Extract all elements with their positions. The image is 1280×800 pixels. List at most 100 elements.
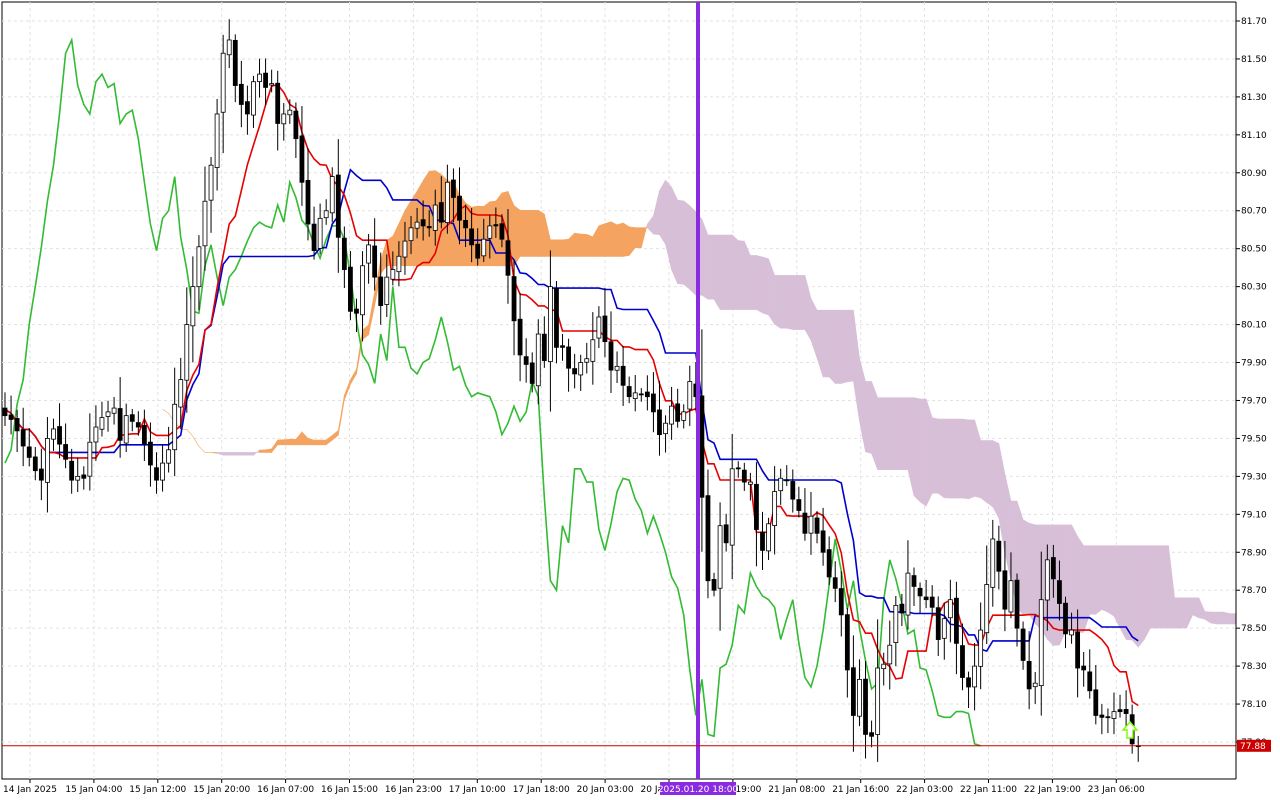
candle-bear [8, 414, 14, 420]
candle-bear [802, 512, 808, 534]
candle-bull [669, 405, 674, 425]
candle-bear [935, 607, 941, 640]
candle-bear [529, 362, 535, 384]
candle-bear [754, 483, 759, 530]
candle-bear [705, 495, 711, 582]
candle-bull [578, 362, 584, 376]
kumo-segment [847, 309, 854, 383]
candle-bear [863, 678, 868, 735]
candle-bear [560, 345, 565, 348]
candle-bull [317, 217, 323, 249]
candle-bear [305, 180, 311, 225]
kumo-segment [247, 452, 254, 456]
chart-canvas[interactable]: 81.70 81.50 81.30 81.10 80.90 80.70 80.50 80.30… [0, 0, 1280, 800]
candle-bear [499, 223, 505, 240]
kumo-segment [786, 275, 794, 330]
kumo-segment [931, 417, 939, 494]
candle-bear [960, 645, 965, 678]
time-tick-label: 21 Jan 16:00 [832, 785, 889, 795]
price-tick-label: 78.50 [1241, 624, 1267, 634]
candle-bear [996, 540, 1002, 572]
candle-bear [699, 395, 705, 498]
candle-bull [75, 475, 81, 481]
kumo-segment [598, 223, 606, 257]
candle-bear [117, 408, 123, 441]
kumo-segment [943, 418, 951, 499]
candle-bull [196, 246, 202, 288]
kumo-segment [610, 221, 618, 257]
candle-bull [984, 584, 990, 634]
kumo-segment [1216, 611, 1224, 625]
candle-bull [596, 316, 602, 339]
time-tick-label: 16 Jan 15:00 [321, 785, 378, 795]
kumo-segment [925, 398, 933, 507]
kumo-segment [277, 439, 285, 446]
candle-bear [1117, 709, 1123, 713]
price-tick-label: 80.90 [1241, 169, 1267, 179]
candle-bull [1032, 682, 1038, 688]
price-tick-label: 79.10 [1241, 510, 1267, 520]
kumo-segment [774, 275, 781, 329]
candle-bear [475, 243, 481, 259]
candle-bear [505, 240, 511, 276]
candle-bull [947, 599, 953, 619]
kumo-segment [228, 452, 236, 456]
price-tick-label: 79.70 [1241, 396, 1267, 406]
candle-bull [729, 468, 735, 546]
candle-bear [572, 368, 578, 375]
candle-bear [566, 346, 571, 369]
candle-bear [335, 174, 341, 238]
kumo-segment [677, 199, 685, 285]
candle-bear [463, 220, 468, 229]
kumo-segment [895, 397, 903, 470]
candle-bear [232, 39, 238, 86]
candle-bear [457, 195, 462, 221]
candle-bull [251, 81, 256, 116]
kumo-segment [634, 227, 642, 248]
price-tick-label: 81.10 [1241, 131, 1267, 141]
candle-bear [923, 596, 929, 601]
candle-bull [875, 667, 881, 735]
kumo-segment [234, 452, 242, 456]
candle-bear [263, 72, 268, 88]
candle-bull [808, 515, 814, 534]
price-tick-label: 80.70 [1241, 207, 1267, 217]
kumo-segment [1071, 524, 1078, 633]
candle-bear [244, 101, 250, 115]
candle-bear [966, 677, 971, 688]
candle-bear [735, 467, 741, 470]
kumo-segment [537, 209, 545, 257]
candle-bull [226, 39, 232, 56]
candle-bear [20, 429, 26, 447]
kumo-segment [659, 179, 666, 246]
kumo-segment [1180, 597, 1187, 629]
candle-bull [184, 324, 190, 381]
candle-bear [1099, 714, 1105, 718]
time-tick-label: 23 Jan 06:00 [1088, 785, 1145, 795]
kumo-segment [956, 418, 963, 499]
candle-bear [869, 732, 874, 737]
kumo-segment [1119, 545, 1127, 640]
kumo-segment [562, 238, 569, 257]
kumo-segment [750, 255, 757, 310]
candle-bear [838, 588, 844, 616]
candle-bull [444, 181, 450, 224]
candle-bull [614, 365, 620, 371]
ichimoku-chart[interactable]: 81.70 81.50 81.30 81.10 80.90 80.70 80.50 80.30… [0, 0, 1280, 800]
candle-bear [1020, 628, 1026, 661]
candle-bull [881, 663, 887, 670]
kumo-segment [737, 240, 745, 310]
kumo-segment [1101, 545, 1109, 613]
candle-bear [554, 288, 559, 348]
candle-bull [366, 244, 372, 264]
kumo-segment [834, 309, 842, 384]
candle-bull [857, 678, 862, 717]
time-tick-label: 21 Jan 08:00 [768, 785, 825, 795]
candle-bear [2, 407, 8, 417]
candle-bull [414, 221, 420, 229]
kumo-segment [871, 381, 878, 470]
kumo-segment [707, 234, 715, 300]
kumo-segment [550, 239, 557, 257]
candle-bull [87, 441, 93, 477]
kumo-segment [319, 439, 327, 446]
